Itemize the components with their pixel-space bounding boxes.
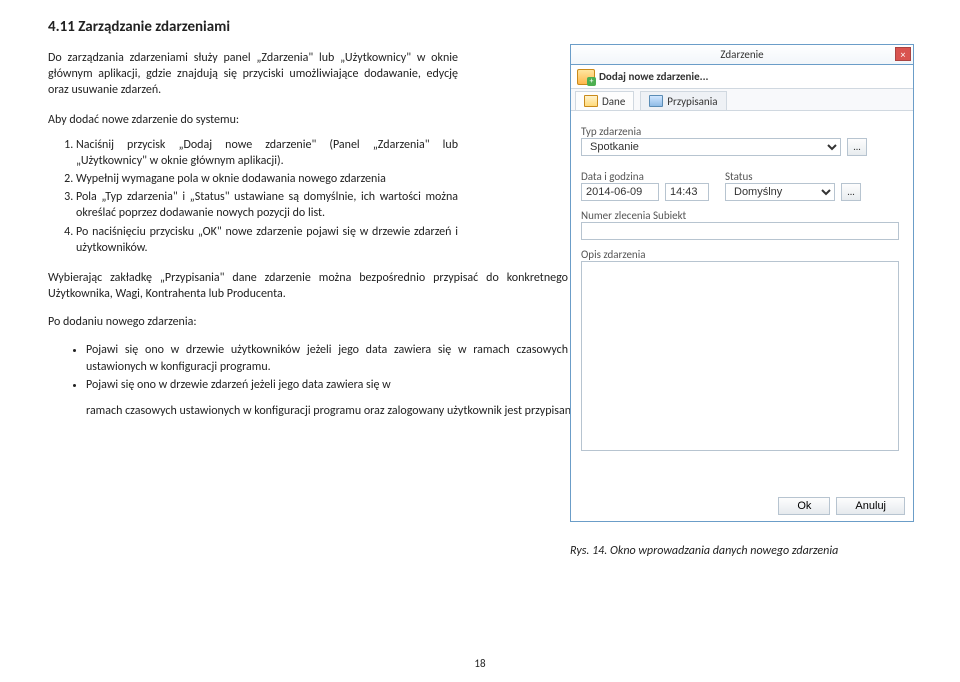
dialog-button-bar: Ok Anuluj [778,497,905,515]
cancel-button[interactable]: Anuluj [836,497,905,515]
dialog-window: Zdarzenie × Dodaj nowe zdarzenie... Dane… [570,44,914,522]
label-typ-zdarzenia: Typ zdarzenia [581,125,903,138]
section-heading: 4.11 Zarządzanie zdarzeniami [48,18,912,36]
document-icon [584,95,598,107]
dialog-toolbar: Dodaj nowe zdarzenie... [571,65,913,89]
figure-caption: Rys. 14. Okno wprowadzania danych nowego… [570,544,838,558]
add-event-icon[interactable] [577,69,595,85]
label-opis-zdarzenia: Opis zdarzenia [581,248,903,261]
list-item: Po naciśnięciu przycisku „OK" nowe zdarz… [76,224,458,256]
status-browse-button[interactable]: ... [841,183,861,201]
assignment-icon [649,95,663,107]
list-item: Pola „Typ zdarzenia" i „Status" ustawian… [76,189,458,221]
close-button[interactable]: × [895,47,911,61]
tab-przypisania[interactable]: Przypisania [640,91,726,110]
tab-label: Przypisania [667,95,717,108]
paragraph: Wybierając zakładkę „Przypisania" dane z… [48,270,568,302]
form-body: Typ zdarzenia Spotkanie ... Data i godzi… [571,111,913,462]
list-item: Pojawi się ono w drzewie zdarzeń jeżeli … [86,377,568,393]
bullet-list: Pojawi się ono w drzewie użytkowników je… [48,342,568,393]
label-numer-zlecenia: Numer zlecenia Subiekt [581,209,903,222]
paragraph: Po dodaniu nowego zdarzenia: [48,314,568,330]
page-number: 18 [0,657,960,670]
time-input[interactable] [665,183,709,201]
date-input[interactable] [581,183,659,201]
intro-paragraph: Do zarządzania zdarzeniami służy panel „… [48,50,458,99]
opis-zdarzenia-textarea[interactable] [581,261,899,451]
list-item: Naciśnij przycisk „Dodaj nowe zdarzenie"… [76,137,458,169]
typ-zdarzenia-select[interactable]: Spotkanie [581,138,841,156]
dialog-titlebar: Zdarzenie × [571,45,913,65]
tab-label: Dane [602,95,625,108]
numer-zlecenia-input[interactable] [581,222,899,240]
status-select[interactable]: Domyślny [725,183,835,201]
label-data-godzina: Data i godzina [581,170,709,183]
list-item: Wypełnij wymagane pola w oknie dodawania… [76,171,458,187]
label-status: Status [725,170,903,183]
tab-dane[interactable]: Dane [575,91,634,110]
tab-bar: Dane Przypisania [571,89,913,111]
steps-list: Naciśnij przycisk „Dodaj nowe zdarzenie"… [48,137,458,256]
ok-button[interactable]: Ok [778,497,830,515]
list-item: Pojawi się ono w drzewie użytkowników je… [86,342,568,374]
toolbar-label[interactable]: Dodaj nowe zdarzenie... [599,70,708,83]
typ-browse-button[interactable]: ... [847,138,867,156]
dialog-title: Zdarzenie [720,48,763,61]
